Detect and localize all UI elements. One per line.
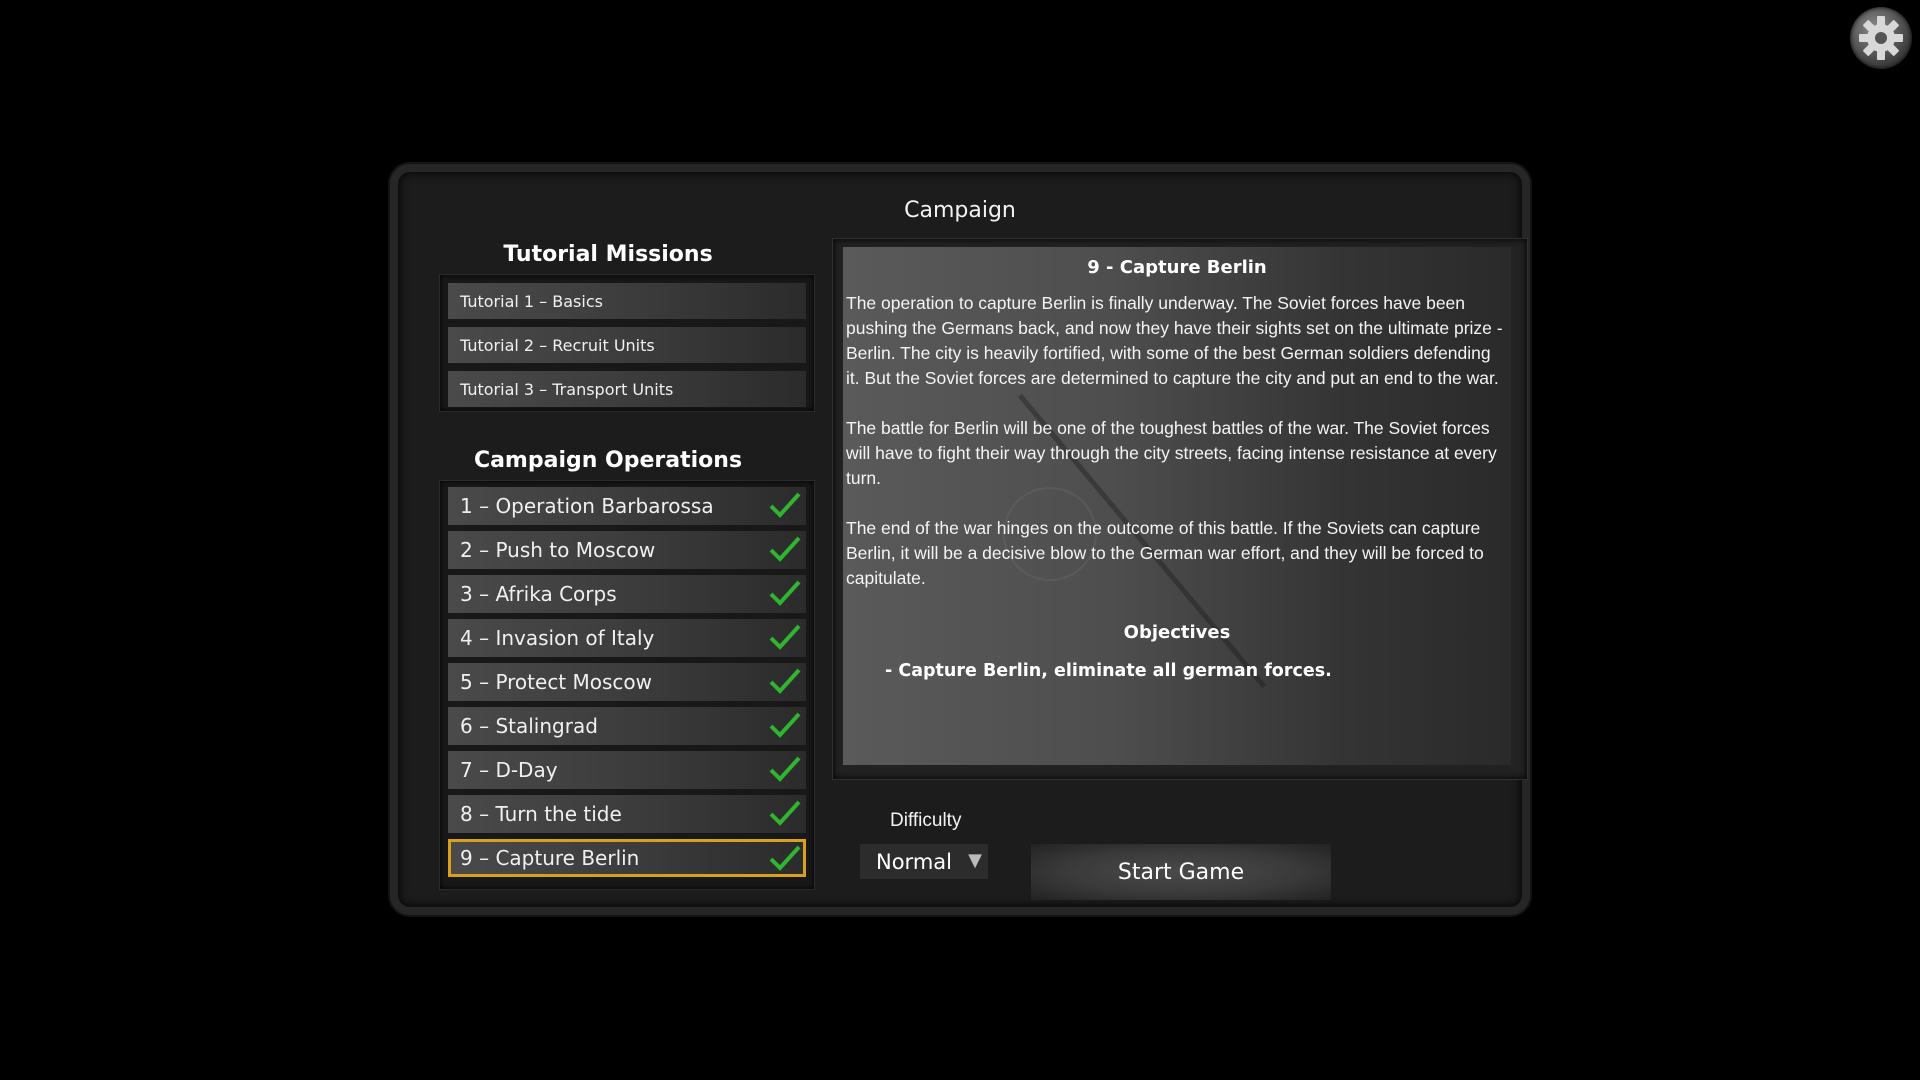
tutorial-item-label: Tutorial 1 – Basics [460,291,603,311]
start-game-button[interactable]: Start Game [1031,844,1331,900]
operation-item[interactable]: 1 – Operation Barbarossa [448,487,806,525]
operation-item-label: 8 – Turn the tide [460,802,622,826]
tutorial-list: Tutorial 1 – Basics Tutorial 2 – Recruit… [439,274,815,412]
tutorial-item-label: Tutorial 2 – Recruit Units [460,335,655,355]
mission-description-box: 9 - Capture Berlin The operation to capt… [832,238,1528,780]
checkmark-icon [769,756,801,782]
tutorial-item[interactable]: Tutorial 2 – Recruit Units [448,327,806,363]
operation-item-label: 2 – Push to Moscow [460,538,656,562]
difficulty-value: Normal [876,849,952,874]
description-paragraph: The battle for Berlin will be one of the… [846,418,1497,488]
settings-button[interactable] [1850,7,1912,69]
operation-item-label: 4 – Invasion of Italy [460,626,655,650]
operation-item-label: 1 – Operation Barbarossa [460,494,714,518]
tutorial-item-label: Tutorial 3 – Transport Units [460,379,674,399]
operation-item-label: 6 – Stalingrad [460,714,598,738]
operation-item[interactable]: 5 – Protect Moscow [448,663,806,701]
panel-title: Campaign [904,198,1016,223]
operation-item-label: 7 – D-Day [460,758,558,782]
mission-title: 9 - Capture Berlin [1087,257,1267,278]
difficulty-dropdown[interactable]: Normal ▼ [860,844,988,879]
triangle-down-icon: ▼ [968,850,982,871]
operation-item[interactable]: 6 – Stalingrad [448,707,806,745]
description-paragraph: The operation to capture Berlin is final… [846,293,1503,388]
checkmark-icon [769,624,801,650]
start-game-label: Start Game [1117,859,1245,885]
checkmark-icon [769,580,801,606]
operation-item-label: 9 – Capture Berlin [460,846,640,870]
operation-item-label: 5 – Protect Moscow [460,670,653,694]
operation-item[interactable]: 4 – Invasion of Italy [448,619,806,657]
checkmark-icon [769,845,801,871]
operation-item[interactable]: 3 – Afrika Corps [448,575,806,613]
checkmark-icon [769,800,801,826]
mission-description-background: 9 - Capture Berlin The operation to capt… [843,247,1511,765]
operation-item[interactable]: 7 – D-Day [448,751,806,789]
gear-icon [1859,16,1903,60]
operations-list: 1 – Operation Barbarossa 2 – Push to Mos… [439,480,815,890]
operation-item[interactable]: 8 – Turn the tide [448,795,806,833]
campaign-operations-title: Campaign Operations [473,448,743,473]
mission-description-text: The operation to capture Berlin is final… [846,291,1508,616]
description-paragraph: The end of the war hinges on the outcome… [846,518,1484,588]
operation-item-label: 3 – Afrika Corps [460,582,617,606]
tutorial-item[interactable]: Tutorial 3 – Transport Units [448,371,806,407]
operation-item[interactable]: 2 – Push to Moscow [448,531,806,569]
checkmark-icon [769,492,801,518]
checkmark-icon [769,536,801,562]
objectives-title: Objectives [1123,622,1231,643]
campaign-panel: Campaign Tutorial Missions Tutorial 1 – … [390,164,1530,915]
objective-item: - Capture Berlin, eliminate all german f… [885,661,1332,681]
operation-item-selected[interactable]: 9 – Capture Berlin [448,839,806,877]
checkmark-icon [769,668,801,694]
difficulty-label: Difficulty [890,810,962,831]
tutorial-item[interactable]: Tutorial 1 – Basics [448,283,806,319]
tutorial-missions-title: Tutorial Missions [503,242,713,267]
checkmark-icon [769,712,801,738]
